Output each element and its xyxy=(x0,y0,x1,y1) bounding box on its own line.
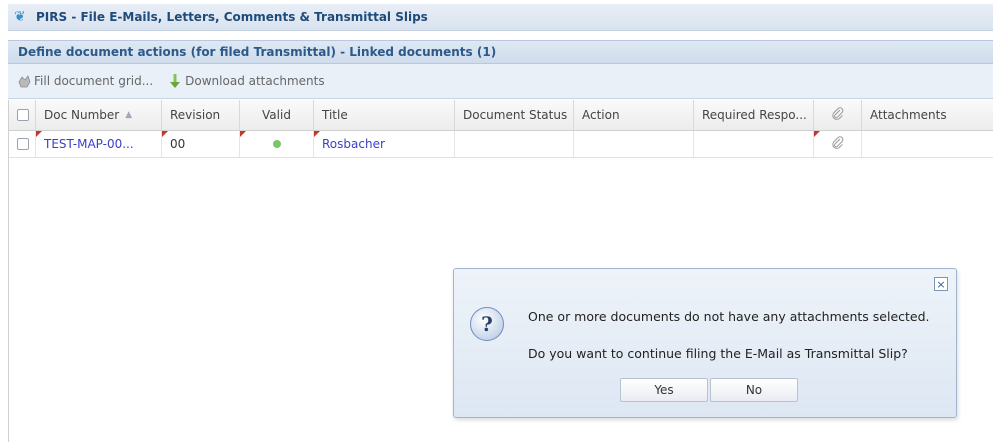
fill-hand-icon xyxy=(16,73,32,89)
valid-cell xyxy=(240,131,314,157)
header-valid[interactable]: Valid xyxy=(240,100,314,130)
download-attachments-label: Download attachments xyxy=(185,74,325,88)
fill-document-grid-label: Fill document grid... xyxy=(34,74,154,88)
app-logo-icon: ❦ xyxy=(14,9,26,25)
grid-toolbar: Fill document grid... Download attachmen… xyxy=(8,64,993,99)
required-response-cell[interactable] xyxy=(694,131,814,157)
window-title: PIRS - File E-Mails, Letters, Comments &… xyxy=(36,10,428,24)
download-attachments-button[interactable]: Download attachments xyxy=(167,73,325,89)
title-link[interactable]: Rosbacher xyxy=(322,137,385,151)
valid-status-dot-icon xyxy=(272,140,281,148)
header-revision-label: Revision xyxy=(170,108,221,122)
header-attachment-flag[interactable] xyxy=(814,100,862,130)
close-icon[interactable]: × xyxy=(934,277,948,291)
header-valid-label: Valid xyxy=(262,108,291,122)
header-document-status[interactable]: Document Status xyxy=(455,100,574,130)
header-attachments[interactable]: Attachments xyxy=(862,100,993,130)
doc-number-link[interactable]: TEST-MAP-00... xyxy=(44,137,134,151)
header-required-response[interactable]: Required Respo... xyxy=(694,100,814,130)
fill-document-grid-button[interactable]: Fill document grid... xyxy=(16,73,153,89)
row-paperclip-icon[interactable] xyxy=(831,135,845,153)
attachments-cell[interactable] xyxy=(862,131,993,157)
attachment-flag-cell[interactable] xyxy=(814,131,862,157)
header-select-all[interactable] xyxy=(9,100,36,130)
select-all-checkbox[interactable] xyxy=(17,109,29,121)
no-button[interactable]: No xyxy=(710,378,798,402)
download-arrow-icon xyxy=(167,73,183,89)
header-title[interactable]: Title xyxy=(314,100,455,130)
yes-button[interactable]: Yes xyxy=(620,378,708,402)
header-attachments-label: Attachments xyxy=(870,108,947,122)
doc-number-cell[interactable]: TEST-MAP-00... xyxy=(36,131,162,157)
paperclip-icon xyxy=(831,106,845,124)
table-row[interactable]: TEST-MAP-00... 00 Rosbacher xyxy=(9,131,993,158)
header-title-label: Title xyxy=(322,108,348,122)
question-icon: ? xyxy=(470,307,504,341)
dialog-message-line1: One or more documents do not have any at… xyxy=(528,309,930,324)
panel-title: Define document actions (for filed Trans… xyxy=(18,45,497,59)
dialog-message-line2: Do you want to continue filing the E-Mai… xyxy=(528,346,908,361)
header-action-label: Action xyxy=(582,108,620,122)
header-doc-number-label: Doc Number xyxy=(44,108,120,122)
document-status-cell[interactable] xyxy=(455,131,574,157)
action-cell[interactable] xyxy=(574,131,694,157)
header-action[interactable]: Action xyxy=(574,100,694,130)
row-checkbox[interactable] xyxy=(17,138,29,150)
row-select-cell[interactable] xyxy=(9,131,36,157)
header-document-status-label: Document Status xyxy=(463,108,568,122)
header-doc-number[interactable]: Doc Number ▲ xyxy=(36,100,162,130)
sort-ascending-icon: ▲ xyxy=(125,110,133,120)
revision-value: 00 xyxy=(170,137,186,151)
confirm-dialog: × ? One or more documents do not have an… xyxy=(453,268,957,418)
revision-cell[interactable]: 00 xyxy=(162,131,240,157)
title-cell[interactable]: Rosbacher xyxy=(314,131,455,157)
panel-header: Define document actions (for filed Trans… xyxy=(8,40,993,64)
header-revision[interactable]: Revision xyxy=(162,100,240,130)
header-required-response-label: Required Respo... xyxy=(702,108,807,122)
grid-header-row: Doc Number ▲ Revision Valid Title Docume… xyxy=(9,100,993,131)
window-title-bar: ❦ PIRS - File E-Mails, Letters, Comments… xyxy=(8,4,993,31)
